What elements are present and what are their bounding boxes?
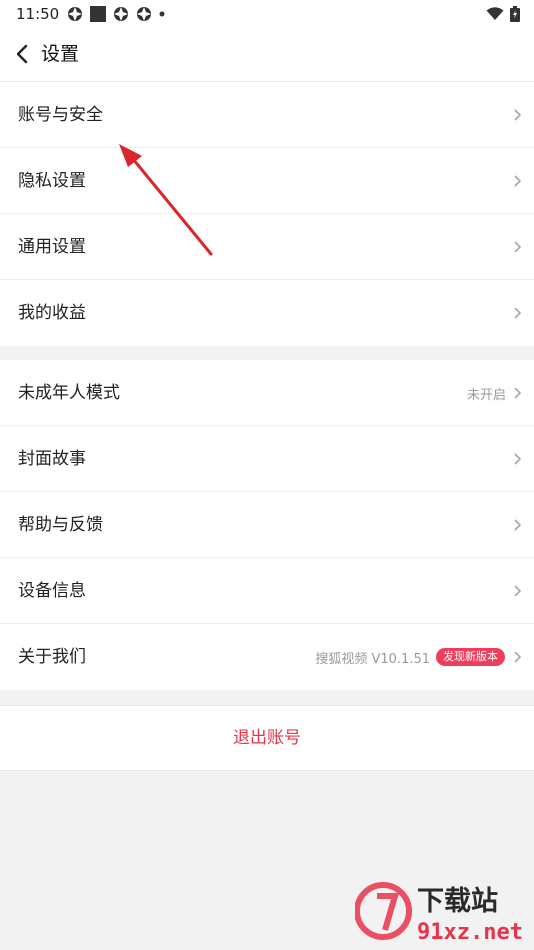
notification-square-icon <box>90 6 106 22</box>
status-right <box>486 6 520 22</box>
wifi-icon <box>486 7 504 20</box>
chevron-right-icon <box>514 307 522 319</box>
notification-icons <box>67 6 165 22</box>
notification-app-icon <box>114 7 128 21</box>
chevron-right-icon <box>514 109 522 121</box>
settings-item-help-feedback[interactable]: 帮助与反馈 <box>0 492 534 558</box>
settings-item-label: 通用设置 <box>18 237 86 257</box>
settings-item-privacy[interactable]: 隐私设置 <box>0 148 534 214</box>
settings-item-earnings[interactable]: 我的收益 <box>0 280 534 346</box>
settings-item-label: 帮助与反馈 <box>18 515 103 535</box>
settings-item-label: 封面故事 <box>18 449 86 469</box>
chevron-right-icon <box>514 453 522 465</box>
settings-item-label: 设备信息 <box>18 581 86 601</box>
more-notifications-dot-icon <box>159 11 165 17</box>
page-title: 设置 <box>41 43 80 65</box>
new-version-badge: 发现新版本 <box>436 648 505 666</box>
logout-button[interactable]: 退出账号 <box>0 705 534 771</box>
notification-app-icon <box>137 7 151 21</box>
watermark-logo-text: 下载站 <box>417 886 498 917</box>
settings-item-label: 关于我们 <box>18 647 86 667</box>
settings-group-general: 未成年人模式 未开启 封面故事 帮助与反馈 设备信息 关于我们 搜狐视频 V10… <box>0 360 534 690</box>
settings-item-label: 账号与安全 <box>18 105 103 125</box>
chevron-right-icon <box>514 651 522 663</box>
app-version: 搜狐视频 V10.1.51 <box>315 651 430 667</box>
settings-item-about-us[interactable]: 关于我们 搜狐视频 V10.1.51 发现新版本 <box>0 624 534 690</box>
settings-item-label: 隐私设置 <box>18 171 86 191</box>
teen-mode-status: 未开启 <box>466 387 506 403</box>
settings-item-general[interactable]: 通用设置 <box>0 214 534 280</box>
settings-item-label: 未成年人模式 <box>18 383 120 403</box>
settings-item-teen-mode[interactable]: 未成年人模式 未开启 <box>0 360 534 426</box>
settings-group-account: 账号与安全 隐私设置 通用设置 我的收益 <box>0 82 534 346</box>
status-time: 11:50 <box>16 5 60 23</box>
settings-item-label: 我的收益 <box>18 303 86 323</box>
app-header: 设置 <box>0 28 534 82</box>
chevron-right-icon <box>514 519 522 531</box>
chevron-right-icon <box>514 387 522 399</box>
chevron-right-icon <box>514 175 522 187</box>
settings-item-cover-story[interactable]: 封面故事 <box>0 426 534 492</box>
chevron-right-icon <box>514 585 522 597</box>
notification-app-icon <box>68 7 82 21</box>
status-bar: 11:50 <box>0 0 534 28</box>
battery-icon <box>510 6 520 22</box>
watermark-url-text: 91xz.net <box>417 920 523 945</box>
settings-item-account-security[interactable]: 账号与安全 <box>0 82 534 148</box>
watermark-logo-icon: 下载站 91xz.net <box>355 882 523 945</box>
chevron-right-icon <box>514 241 522 253</box>
back-arrow-icon[interactable] <box>10 41 36 67</box>
settings-item-device-info[interactable]: 设备信息 <box>0 558 534 624</box>
